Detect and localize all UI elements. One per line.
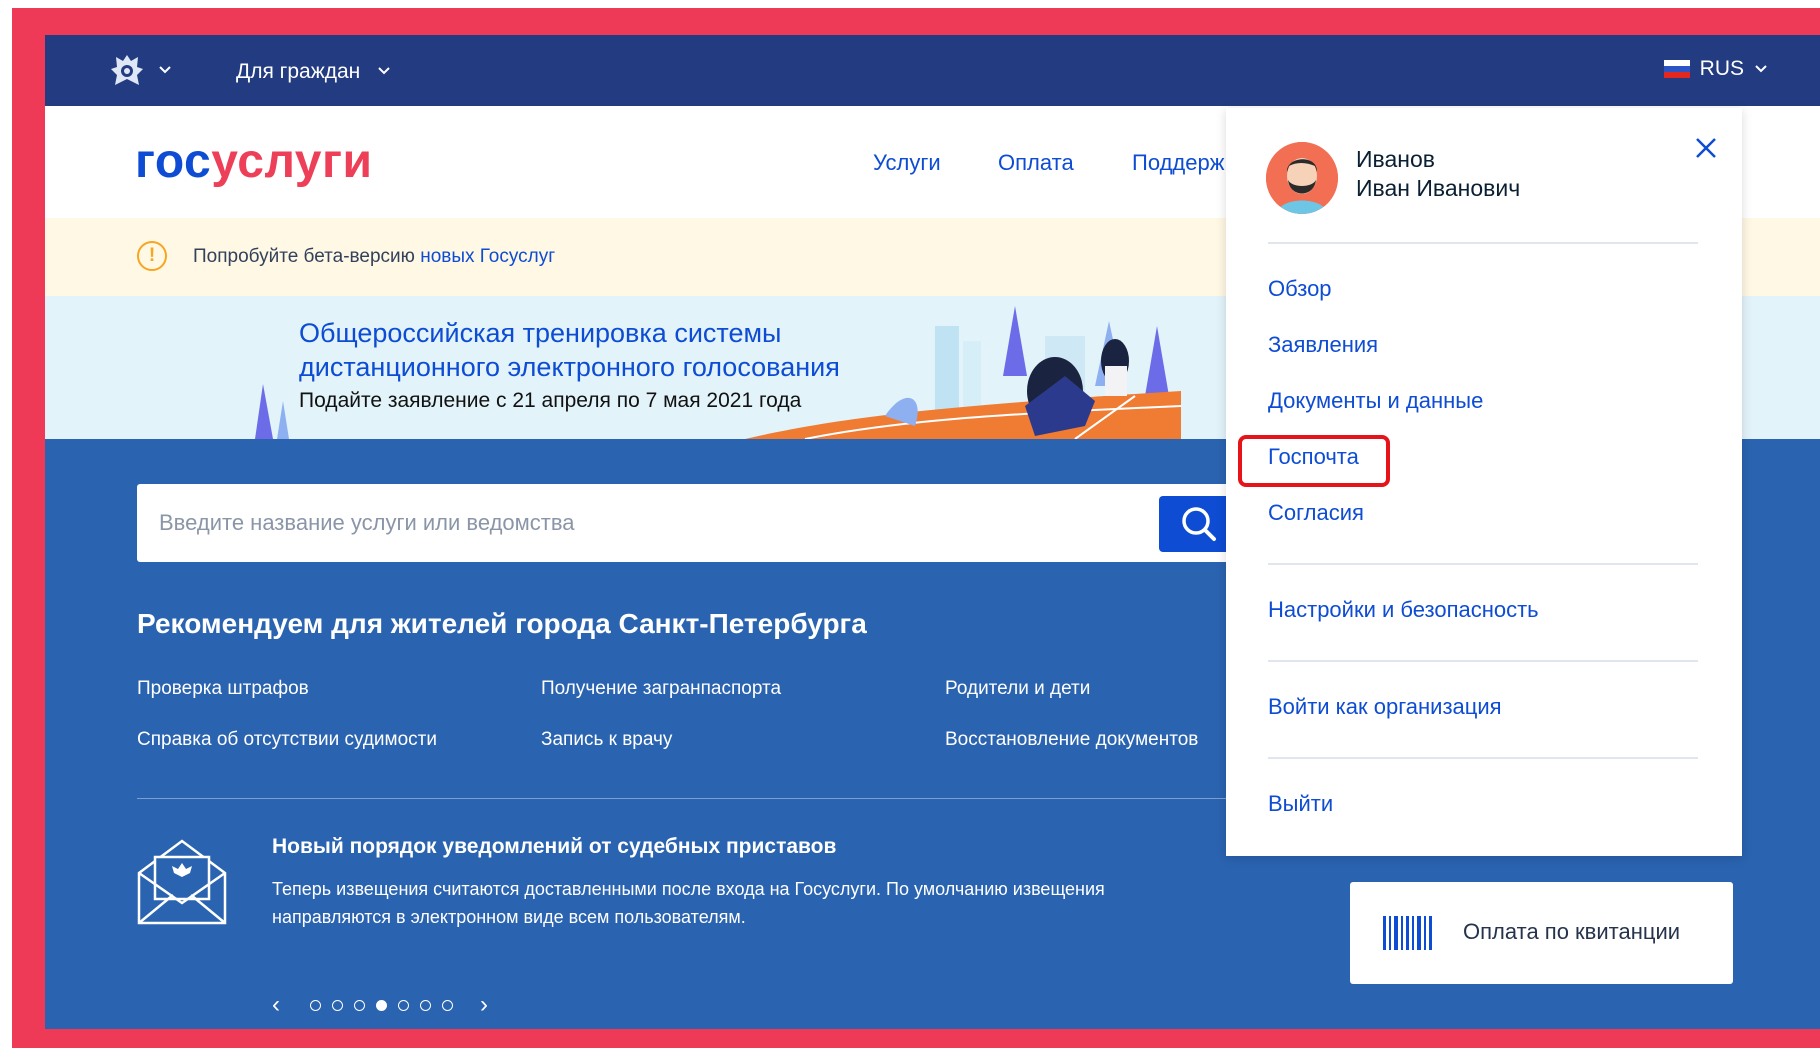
section-divider <box>137 798 1247 799</box>
rec-link-documents[interactable]: Восстановление документов <box>945 729 1198 751</box>
user-avatar-icon <box>1266 142 1338 214</box>
barcode-icon <box>1383 916 1432 950</box>
nav-services[interactable]: Услуги <box>873 150 941 176</box>
envelope-icon <box>135 835 230 930</box>
rec-link-fines[interactable]: Проверка штрафов <box>137 678 309 700</box>
menu-item-overview[interactable]: Обзор <box>1268 276 1332 302</box>
banner-title: Общероссийская тренировка системы дистан… <box>299 316 949 384</box>
gosuslugi-page: Для граждан RUS госуслуги Услуги Оплата … <box>45 35 1820 1029</box>
banner-title-line1: Общероссийская тренировка системы <box>299 318 782 348</box>
carousel-dots <box>310 999 464 1011</box>
logo-part-uslugi: услуги <box>211 135 373 188</box>
for-citizens-dropdown[interactable]: Для граждан <box>236 60 360 84</box>
logo-part-gos: гос <box>135 135 212 188</box>
menu-divider <box>1268 242 1698 244</box>
warning-icon: ! <box>137 241 167 271</box>
gospochta-highlight-frame <box>1238 435 1390 487</box>
beta-link[interactable]: новых Госуслуг <box>420 246 555 267</box>
carousel-next-arrow[interactable]: › <box>480 991 510 1019</box>
chevron-down-icon[interactable] <box>158 63 172 77</box>
carousel-dot[interactable] <box>442 999 453 1011</box>
news-carousel: ‹ › <box>272 991 510 1019</box>
rec-link-passport[interactable]: Получение загранпаспорта <box>541 678 781 700</box>
rec-link-parents[interactable]: Родители и дети <box>945 678 1090 700</box>
menu-item-login-as-organization[interactable]: Войти как организация <box>1268 694 1502 720</box>
recommend-title: Рекомендуем для жителей города Санкт-Пет… <box>137 608 867 639</box>
banner-title-line2: дистанционного электронного голосования <box>299 352 840 382</box>
user-avatar <box>1266 142 1338 214</box>
search-input[interactable]: Введите название услуги или ведомства <box>137 484 1237 562</box>
beta-notice-text: Попробуйте бета-версию новых Госуслуг <box>193 246 555 268</box>
user-first-middle-name: Иван Иванович <box>1356 175 1521 201</box>
carousel-dot[interactable] <box>310 999 321 1011</box>
russian-flag-icon <box>1663 60 1690 78</box>
news-text: Теперь извещения считаются доставленными… <box>272 879 1105 927</box>
rec-link-doctor[interactable]: Запись к врачу <box>541 729 672 751</box>
carousel-dot[interactable] <box>398 999 409 1011</box>
chevron-down-icon[interactable] <box>377 64 391 78</box>
nav-support[interactable]: Поддерж <box>1132 150 1224 176</box>
carousel-dot[interactable] <box>332 999 343 1011</box>
language-label: RUS <box>1699 57 1744 80</box>
carousel-dot[interactable] <box>354 999 365 1011</box>
user-menu-dropdown: Иванов Иван Иванович Обзор Заявления Док… <box>1226 108 1742 856</box>
user-last-name: Иванов <box>1356 146 1435 172</box>
beta-text: Попробуйте бета-версию <box>193 246 421 267</box>
user-full-name: Иванов Иван Иванович <box>1356 145 1520 203</box>
close-icon[interactable] <box>1692 134 1720 162</box>
menu-divider <box>1268 757 1698 759</box>
chevron-down-icon <box>1755 65 1767 73</box>
carousel-prev-arrow[interactable]: ‹ <box>272 991 302 1019</box>
top-bar: Для граждан RUS <box>45 35 1820 106</box>
menu-divider <box>1268 563 1698 565</box>
pay-by-receipt-label: Оплата по квитанции <box>1463 919 1681 944</box>
screenshot-frame: Для граждан RUS госуслуги Услуги Оплата … <box>0 0 1820 1053</box>
nav-payment[interactable]: Оплата <box>998 150 1074 176</box>
banner-subtitle: Подайте заявление с 21 апреля по 7 мая 2… <box>299 389 802 412</box>
news-title[interactable]: Новый порядок уведомлений от судебных пр… <box>272 835 836 859</box>
carousel-dot[interactable] <box>420 999 431 1011</box>
rec-link-criminal-record[interactable]: Справка об отсутствии судимости <box>137 729 437 751</box>
menu-item-logout[interactable]: Выйти <box>1268 791 1333 817</box>
gosuslugi-logo[interactable]: госуслуги <box>135 134 373 189</box>
language-selector[interactable]: RUS <box>1663 57 1768 81</box>
search-placeholder: Введите название услуги или ведомства <box>159 510 575 535</box>
pay-by-receipt-button[interactable]: Оплата по квитанции <box>1350 882 1733 984</box>
menu-item-applications[interactable]: Заявления <box>1268 332 1378 358</box>
for-citizens-label: Для граждан <box>236 60 361 83</box>
menu-item-consents[interactable]: Согласия <box>1268 500 1364 526</box>
menu-divider <box>1268 660 1698 662</box>
menu-item-documents[interactable]: Документы и данные <box>1268 388 1483 414</box>
coat-of-arms-icon[interactable] <box>105 49 149 93</box>
carousel-dot[interactable] <box>376 999 387 1011</box>
menu-item-settings[interactable]: Настройки и безопасность <box>1268 597 1539 623</box>
